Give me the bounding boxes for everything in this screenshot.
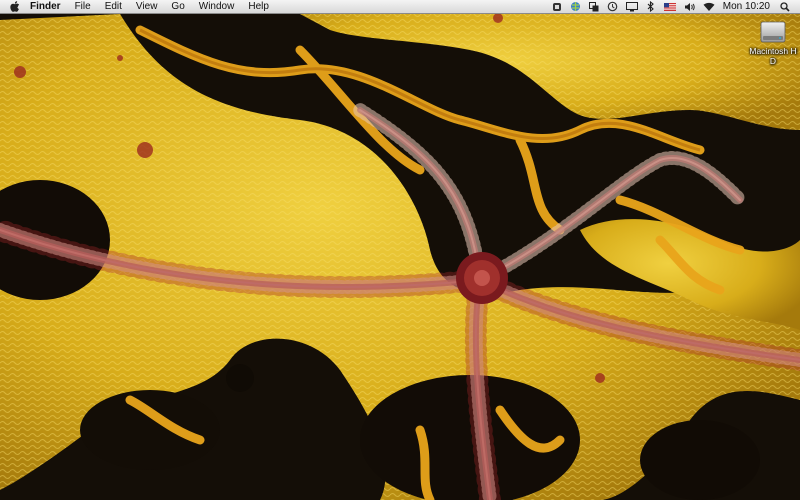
app-menu-finder[interactable]: Finder bbox=[24, 0, 68, 14]
hard-drive-icon bbox=[758, 20, 788, 44]
desktop-wallpaper bbox=[0, 0, 800, 500]
input-flag-us-icon[interactable] bbox=[660, 0, 680, 14]
time-machine-icon[interactable] bbox=[603, 0, 622, 14]
desktop-icon-label: Macintosh HD bbox=[749, 46, 797, 66]
menu-bar-clock[interactable]: Mon 10:20 bbox=[719, 1, 776, 12]
menu-edit[interactable]: Edit bbox=[98, 0, 129, 14]
network-globe-icon[interactable] bbox=[566, 0, 585, 14]
menu-bar-left: Finder File Edit View Go Window Help bbox=[0, 0, 276, 14]
menu-window[interactable]: Window bbox=[192, 0, 242, 14]
wallpaper-image bbox=[0, 0, 800, 500]
menu-view[interactable]: View bbox=[129, 0, 165, 14]
desktop-icon-macintosh-hd[interactable]: Macintosh HD bbox=[748, 18, 798, 66]
menu-extras: Mon 10:20 bbox=[548, 0, 800, 14]
menu-go[interactable]: Go bbox=[164, 0, 191, 14]
wifi-icon[interactable] bbox=[699, 0, 719, 14]
menu-bar: Finder File Edit View Go Window Help Mon… bbox=[0, 0, 800, 14]
evernote-icon[interactable] bbox=[548, 0, 566, 14]
display-icon[interactable] bbox=[622, 0, 642, 14]
apple-menu-icon[interactable] bbox=[6, 0, 24, 14]
spaces-icon[interactable] bbox=[585, 0, 603, 14]
spotlight-search-icon[interactable] bbox=[776, 0, 794, 14]
menu-help[interactable]: Help bbox=[241, 0, 276, 14]
bluetooth-icon[interactable] bbox=[642, 0, 660, 14]
menu-file[interactable]: File bbox=[68, 0, 98, 14]
volume-icon[interactable] bbox=[680, 0, 699, 14]
